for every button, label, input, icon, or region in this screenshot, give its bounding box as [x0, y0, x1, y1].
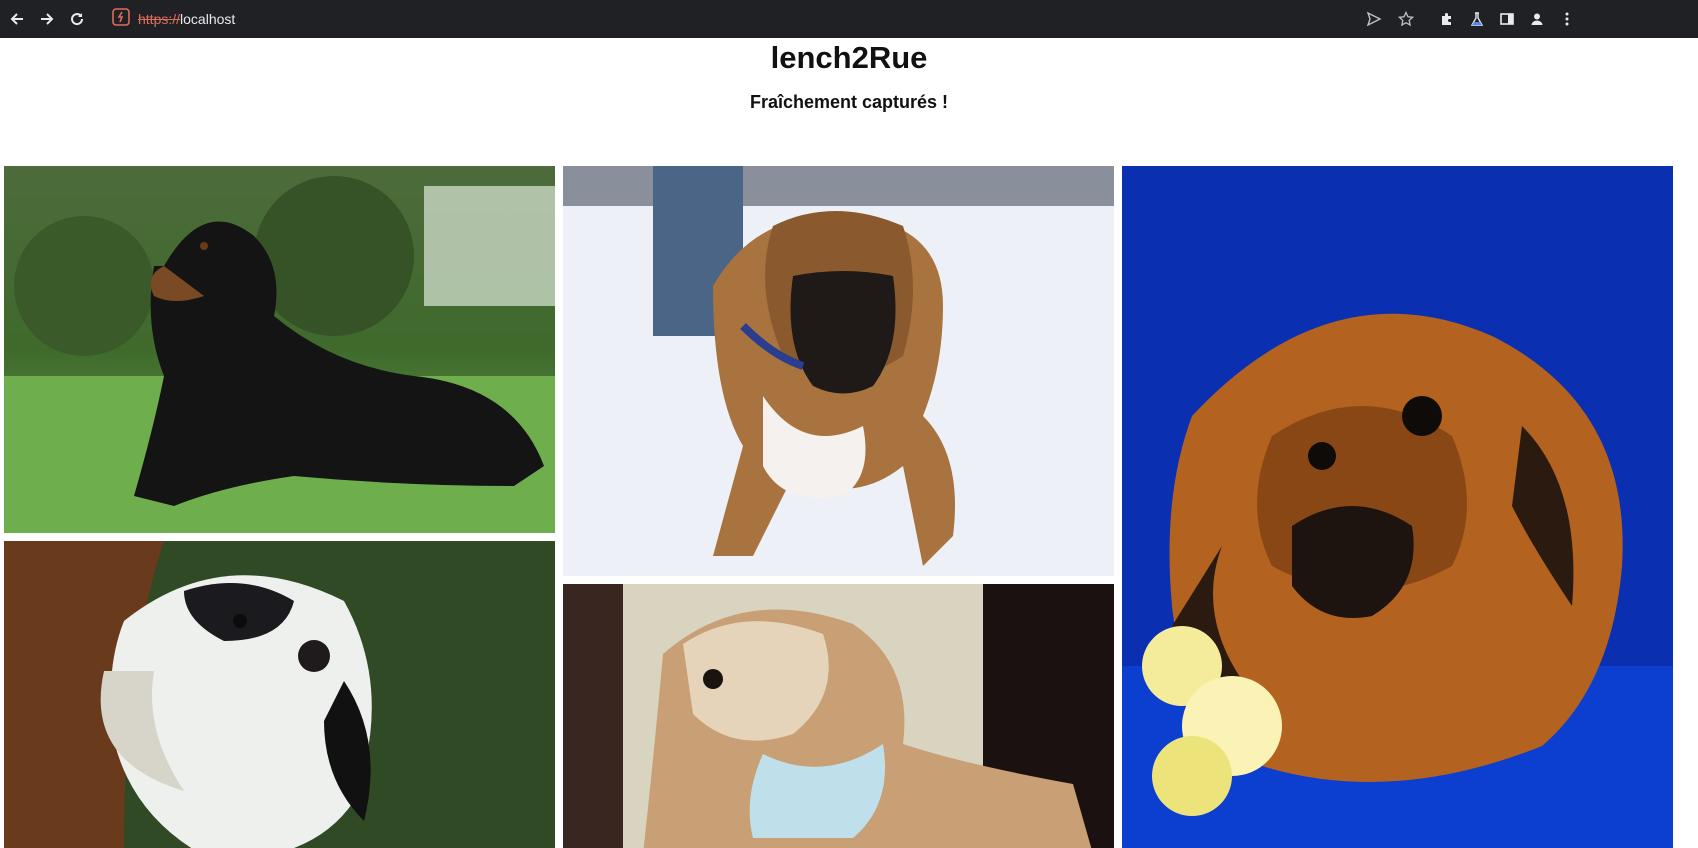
kebab-menu-icon[interactable] [1556, 8, 1578, 30]
back-arrow-icon[interactable] [6, 8, 28, 30]
setter-puppy-photo[interactable] [4, 541, 555, 848]
puzzle-icon[interactable] [1436, 8, 1458, 30]
send-icon[interactable] [1363, 8, 1385, 30]
address-bar[interactable]: https://localhost [112, 7, 235, 31]
site-subtitle: Fraîchement capturés ! [749, 92, 949, 112]
url-host: localhost [180, 11, 236, 27]
forward-arrow-icon[interactable] [36, 8, 58, 30]
url-scheme: https:// [138, 11, 181, 27]
site-info-icon[interactable] [112, 7, 130, 31]
lab-flask-icon[interactable] [1466, 8, 1488, 30]
pekingese-photo[interactable] [1122, 166, 1673, 848]
profile-icon[interactable] [1526, 8, 1548, 30]
reload-icon[interactable] [66, 8, 88, 30]
star-icon[interactable] [1395, 8, 1417, 30]
shih-tzu-photo[interactable] [563, 584, 1114, 848]
boxer-photo[interactable] [563, 166, 1114, 576]
page-content: lench2Rue Fraîchement capturés ! [0, 38, 1698, 848]
gordon-setter-photo[interactable] [4, 166, 555, 533]
site-title: lench2Rue [770, 40, 928, 75]
browser-toolbar: https://localhost [0, 0, 1698, 38]
side-panel-icon[interactable] [1496, 8, 1518, 30]
url-text[interactable]: https://localhost [138, 11, 235, 27]
